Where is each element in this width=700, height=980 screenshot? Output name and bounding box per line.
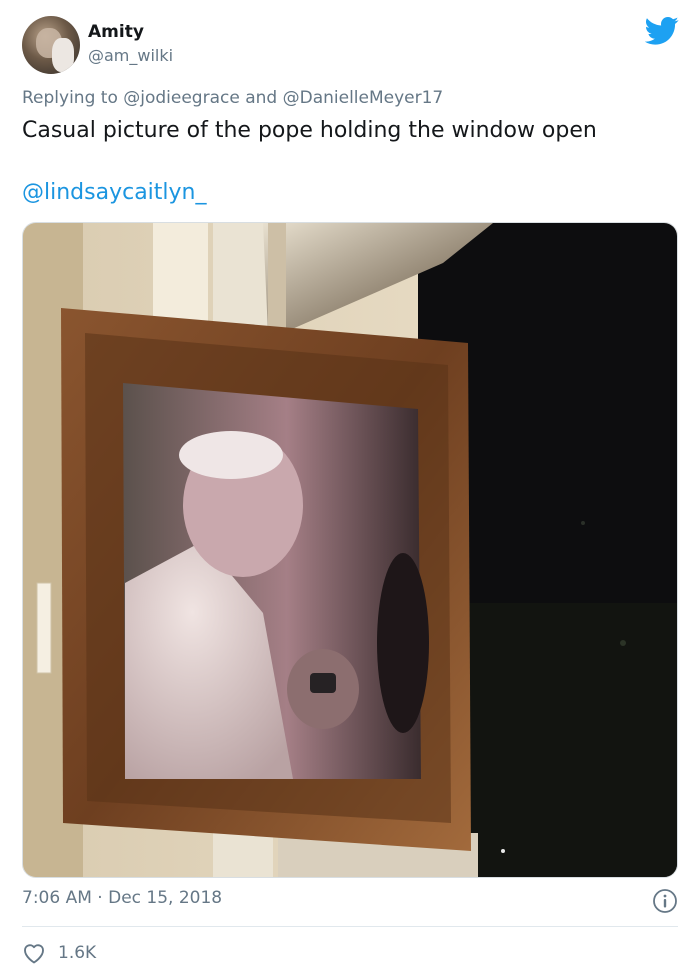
pope-picture-frame-photo [23, 223, 677, 877]
timestamp-separator: · [97, 888, 103, 908]
reply-prefix: Replying to [22, 88, 118, 108]
heart-icon [24, 944, 44, 964]
reply-context: Replying to @jodieegrace and @DanielleMe… [22, 88, 443, 108]
like-count: 1.6K [58, 943, 97, 963]
user-handle[interactable]: @am_wilki [88, 46, 173, 65]
like-button[interactable]: 1.6K [22, 938, 96, 968]
user-name[interactable]: Amity [88, 22, 144, 42]
twitter-bird-icon[interactable] [645, 16, 679, 46]
divider [22, 926, 678, 927]
reply-conjunction: and [245, 88, 278, 108]
timestamp[interactable]: 7:06 AM · Dec 15, 2018 [22, 888, 222, 908]
reply-mention-jodieegrace[interactable]: @jodieegrace [123, 88, 240, 108]
info-icon[interactable] [652, 888, 678, 914]
tweet-photo[interactable] [22, 222, 678, 878]
tweet-time: 7:06 AM [22, 888, 92, 908]
avatar-hand [52, 38, 74, 72]
mention-link[interactable]: @lindsaycaitlyn_ [22, 180, 207, 205]
tweet-text: Casual picture of the pope holding the w… [22, 118, 597, 143]
avatar[interactable] [22, 16, 80, 74]
reply-mention-daniellemeyer17[interactable]: @DanielleMeyer17 [283, 88, 444, 108]
tweet-date: Dec 15, 2018 [108, 888, 223, 908]
